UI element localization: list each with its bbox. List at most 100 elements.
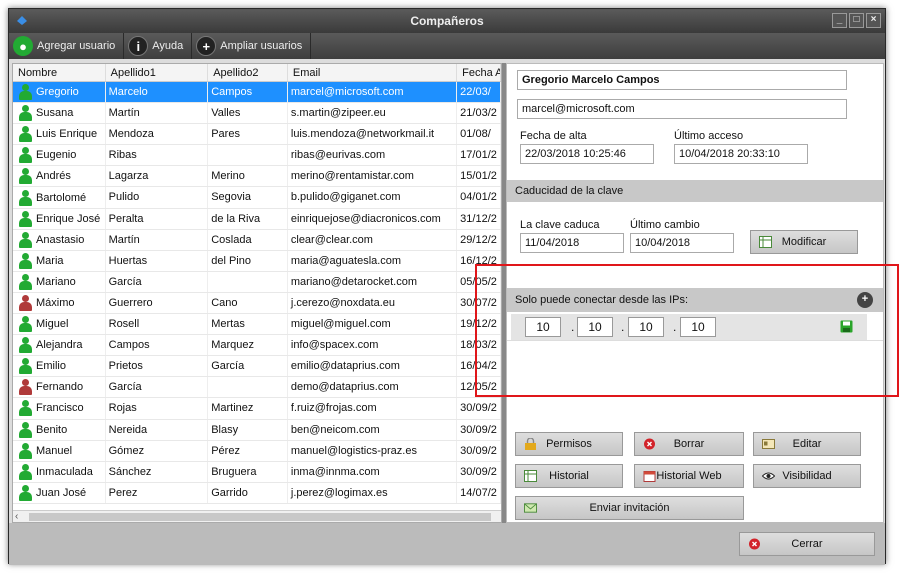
cell-nombre: Andrés xyxy=(13,166,106,187)
cell-apellido1: García xyxy=(106,377,209,398)
cell-fecha: 15/01/2 xyxy=(457,166,501,187)
table-row[interactable]: Mariano García mariano@detarocket.com 05/05… xyxy=(13,271,501,293)
table-row[interactable]: Luis Enrique Mendoza Pares luis.mendoza@net… xyxy=(13,124,501,146)
scroll-thumb[interactable] xyxy=(29,513,491,521)
visibility-label: Visibilidad xyxy=(782,470,832,482)
maximize-icon[interactable]: □ xyxy=(849,13,864,28)
web-history-label: Historial Web xyxy=(656,470,722,482)
cell-email: demo@dataprius.com xyxy=(288,377,458,398)
cell-apellido2 xyxy=(208,377,288,398)
cell-apellido2: Valles xyxy=(208,103,288,124)
cell-apellido2: del Pino xyxy=(208,250,288,271)
highlight-annotation xyxy=(475,264,899,397)
table-row[interactable]: Maria Huertas del Pino maria@aguatesla.com 1… xyxy=(13,250,501,272)
email-field[interactable]: marcel@microsoft.com xyxy=(517,99,847,119)
table-row[interactable]: Eugenio Ribas ribas@eurivas.com 17/01/2 xyxy=(13,145,501,167)
cell-nombre-text: Enrique José xyxy=(36,212,101,225)
cell-nombre: Juan José xyxy=(13,482,106,503)
user-status-icon xyxy=(19,273,32,290)
scroll-left-icon[interactable]: ‹ xyxy=(15,511,18,522)
cell-nombre-text: Eugenio xyxy=(36,149,77,162)
table-row[interactable]: Gregorio Marcelo Campos marcel@microsoft.co… xyxy=(13,82,501,104)
toolbar: ● Agregar usuario i Ayuda + Ampliar usuario… xyxy=(9,33,885,59)
table-row[interactable]: Juan José Perez Garrido j.perez@logimax.es 1… xyxy=(13,482,501,504)
send-invitation-button[interactable]: Enviar invitación xyxy=(515,496,744,520)
cell-apellido1: Campos xyxy=(106,335,209,356)
column-header[interactable]: Apellido2 xyxy=(208,64,288,81)
cell-nombre-text: Mariano xyxy=(36,275,76,288)
user-status-icon xyxy=(19,84,32,101)
column-header[interactable]: Nombre xyxy=(13,64,106,81)
table-row[interactable]: Susana Martín Valles s.martin@zipeer.eu 21/0… xyxy=(13,103,501,125)
table-row[interactable]: Andrés Lagarza Merino merino@rentamistar.co… xyxy=(13,166,501,188)
table-row[interactable]: Bartolomé Pulido Segovia b.pulido@giganet.c… xyxy=(13,187,501,209)
help-label: Ayuda xyxy=(152,40,184,52)
edit-button[interactable]: Editar xyxy=(753,432,861,456)
expiry-section-header: Caducidad de la clave xyxy=(507,180,883,202)
cell-apellido1: Prietos xyxy=(106,356,209,377)
table-row[interactable]: Francisco Rojas Martinez f.ruiz@frojas.com 3… xyxy=(13,398,501,420)
user-status-icon xyxy=(19,442,32,459)
created-field[interactable]: 22/03/2018 10:25:46 xyxy=(520,144,654,164)
delete-button[interactable]: Borrar xyxy=(634,432,744,456)
column-header[interactable]: Apellido1 xyxy=(106,64,209,81)
cell-nombre: Miguel xyxy=(13,314,106,335)
cell-nombre-text: Bartolomé xyxy=(36,191,87,204)
user-status-icon xyxy=(19,484,32,501)
table-row[interactable]: Máximo Guerrero Cano j.cerezo@noxdata.eu 30/… xyxy=(13,292,501,315)
expires-label: La clave caduca xyxy=(520,219,600,231)
horizontal-scrollbar[interactable]: ‹ xyxy=(13,510,501,522)
add-user-button[interactable]: ● Agregar usuario xyxy=(9,33,125,59)
cell-apellido1: Sánchez xyxy=(106,461,209,482)
cell-fecha: 30/09/2 xyxy=(457,419,501,440)
cell-nombre: Emilio xyxy=(13,356,106,377)
column-header[interactable]: Fecha A xyxy=(457,64,501,81)
table-row[interactable]: Benito Nereida Blasy ben@neicom.com 30/09/2 xyxy=(13,419,501,441)
user-status-icon xyxy=(19,231,32,248)
close-button[interactable]: Cerrar xyxy=(739,532,875,556)
cell-nombre: Bartolomé xyxy=(13,187,106,208)
column-header[interactable]: Email xyxy=(288,64,458,81)
minimize-icon[interactable]: _ xyxy=(832,13,847,28)
table-row[interactable]: Enrique José Peralta de la Riva einriquejos… xyxy=(13,208,501,230)
users-table: Nombre Apellido1 Apellido2 Email Fecha A… xyxy=(12,63,502,523)
table-row[interactable]: Alejandra Campos Marquez info@spacex.com 18/… xyxy=(13,335,501,357)
last-change-label: Último cambio xyxy=(630,219,700,231)
web-history-button[interactable]: Historial Web xyxy=(634,464,744,488)
expand-users-button[interactable]: + Ampliar usuarios xyxy=(192,33,312,59)
table-row[interactable]: Fernando García demo@dataprius.com 12/05/2 xyxy=(13,377,501,399)
expires-field[interactable]: 11/04/2018 xyxy=(520,233,624,253)
cell-nombre: Alejandra xyxy=(13,335,106,356)
cell-nombre-text: Benito xyxy=(36,423,68,436)
user-status-icon xyxy=(19,189,32,206)
last-change-field[interactable]: 10/04/2018 xyxy=(630,233,734,253)
cell-apellido2 xyxy=(208,271,288,292)
cell-apellido1: Rojas xyxy=(106,398,209,419)
cell-apellido1: Nereida xyxy=(106,419,209,440)
cell-nombre: Anastasio xyxy=(13,229,106,250)
permissions-button[interactable]: Permisos xyxy=(515,432,623,456)
cell-nombre: Benito xyxy=(13,419,106,440)
cell-email: marcel@microsoft.com xyxy=(288,82,458,103)
user-status-icon xyxy=(19,126,32,143)
table-row[interactable]: Inmaculada Sánchez Bruguera inma@innma.com 3… xyxy=(13,461,501,483)
table-row[interactable]: Anastasio Martín Coslada clear@clear.com 29/… xyxy=(13,229,501,251)
name-field[interactable]: Gregorio Marcelo Campos xyxy=(517,70,847,90)
cell-fecha: 22/03/ xyxy=(457,82,501,103)
cell-apellido1: Martín xyxy=(106,103,209,124)
help-button[interactable]: i Ayuda xyxy=(124,33,193,59)
table-row[interactable]: Miguel Rosell Mertas miguel@miguel.com 19/12… xyxy=(13,314,501,336)
table-row[interactable]: Manuel Gómez Pérez manuel@logistics-praz.es… xyxy=(13,440,501,462)
history-button[interactable]: Historial xyxy=(515,464,623,488)
visibility-button[interactable]: Visibilidad xyxy=(753,464,861,488)
table-row[interactable]: Emilio Prietos García emilio@dataprius.com 1… xyxy=(13,356,501,378)
table-header: Nombre Apellido1 Apellido2 Email Fecha A xyxy=(13,64,501,82)
add-user-label: Agregar usuario xyxy=(37,40,116,52)
permissions-label: Permisos xyxy=(546,438,592,450)
send-invitation-label: Enviar invitación xyxy=(589,502,670,514)
close-icon[interactable]: × xyxy=(866,13,881,28)
cell-nombre-text: Maria xyxy=(36,254,64,267)
last-access-field[interactable]: 10/04/2018 20:33:10 xyxy=(674,144,808,164)
cell-nombre-text: Miguel xyxy=(36,318,69,331)
modify-button[interactable]: Modificar xyxy=(750,230,858,254)
